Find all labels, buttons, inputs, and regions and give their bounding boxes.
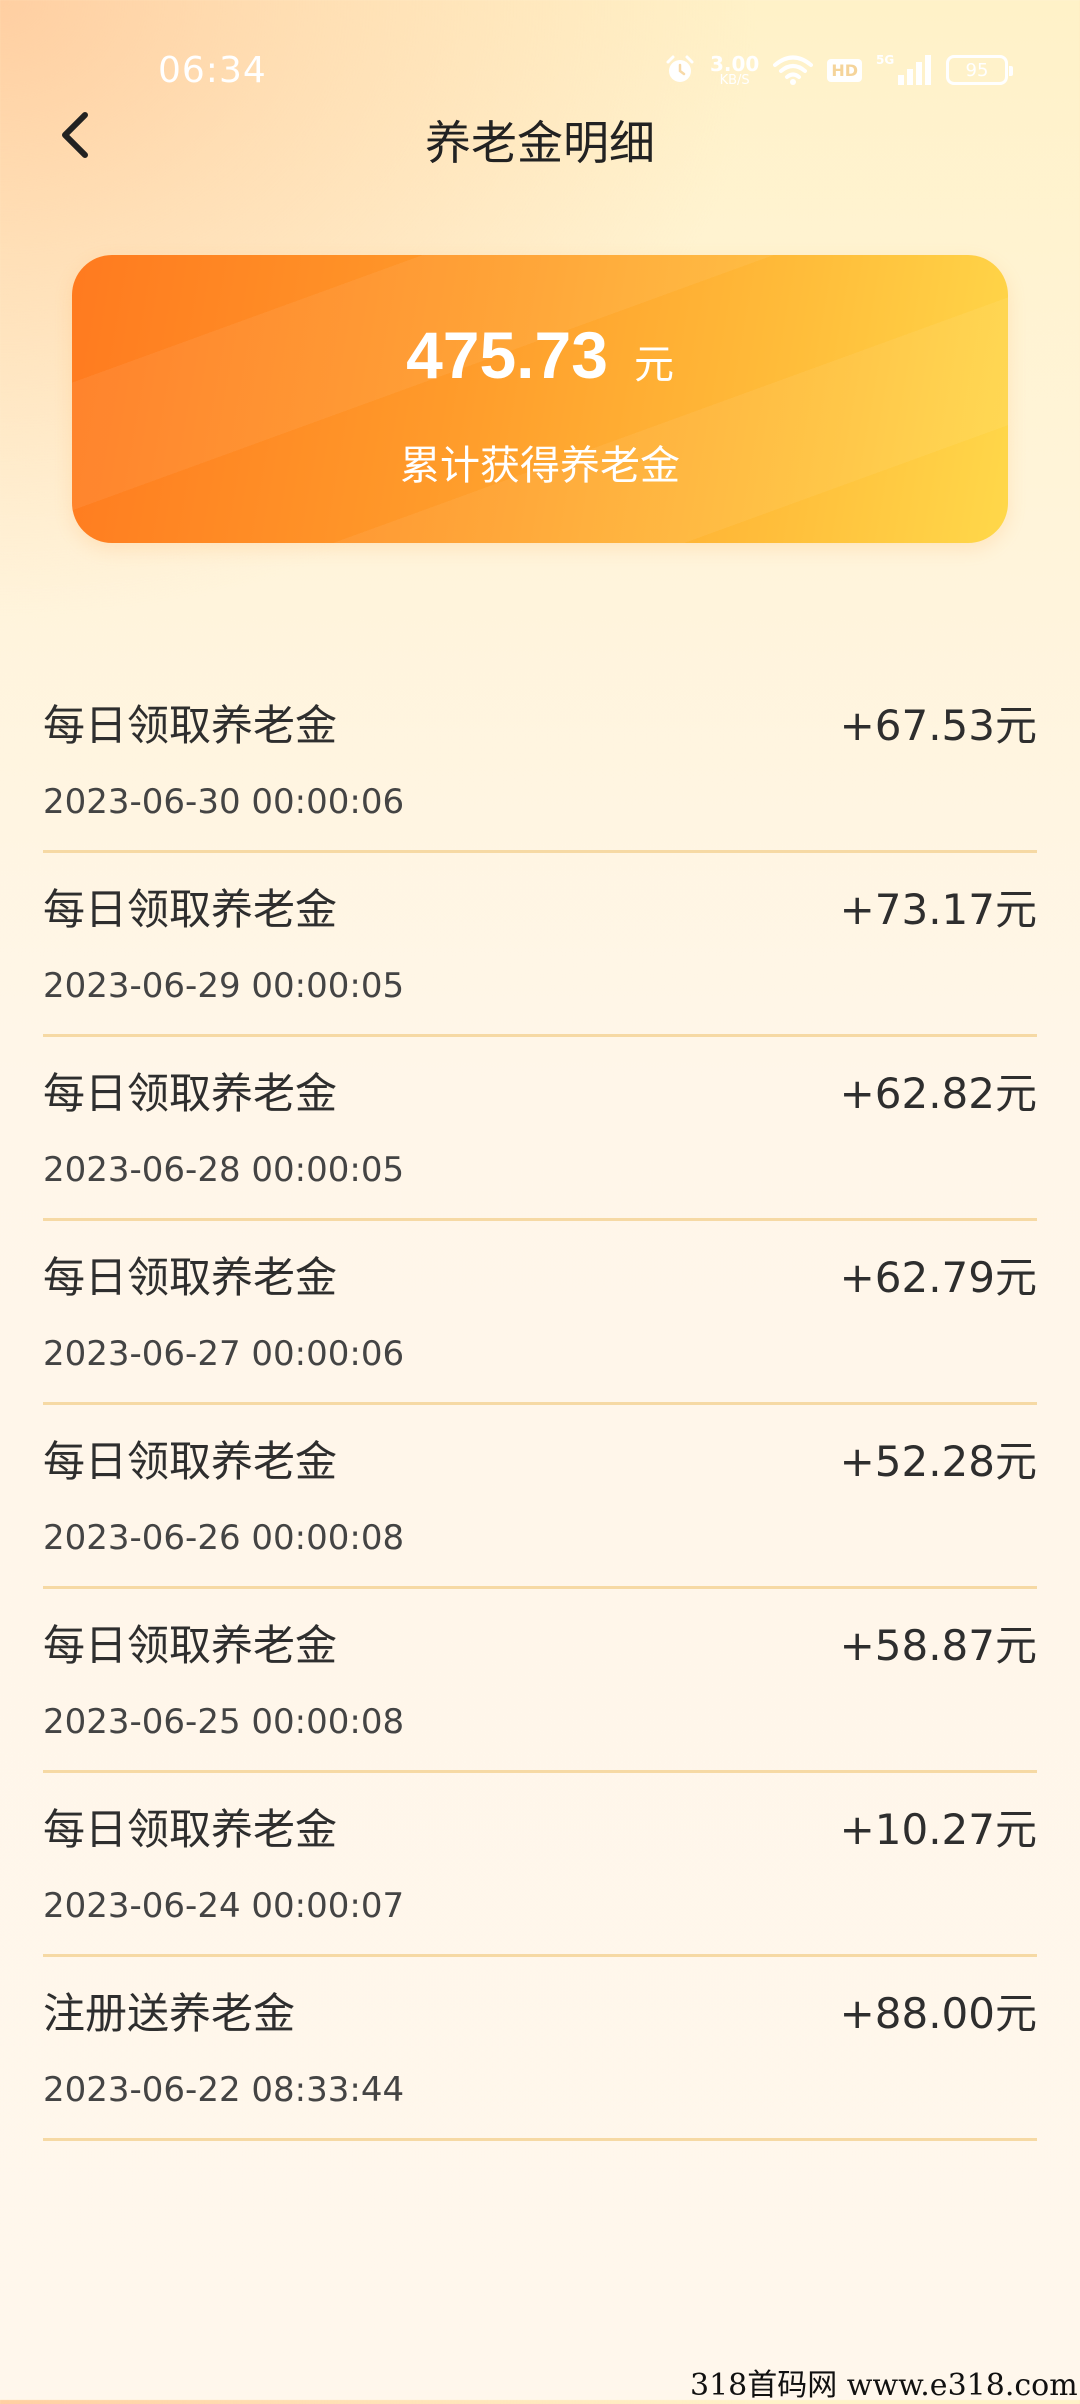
wifi-icon — [773, 54, 814, 86]
record-amount: +52.28元 — [839, 1437, 1037, 1486]
summary-card: 475.73 元 累计获得养老金 — [72, 255, 1008, 543]
record-time: 2023-06-26 00:00:08 — [43, 1518, 405, 1558]
list-item: 每日领取养老金 +52.28元 2023-06-26 00:00:08 — [43, 1406, 1037, 1589]
page-title: 养老金明细 — [425, 116, 655, 170]
record-time: 2023-06-22 08:33:44 — [43, 2070, 405, 2110]
record-amount: +62.82元 — [839, 1069, 1037, 1118]
record-amount: +88.00元 — [839, 1989, 1037, 2038]
watermark: 318首码网 www.e318.com — [690, 2368, 1078, 2403]
record-title: 每日领取养老金 — [43, 1253, 338, 1302]
record-title: 每日领取养老金 — [43, 885, 338, 934]
record-amount: +73.17元 — [839, 885, 1037, 934]
record-time: 2023-06-25 00:00:08 — [43, 1702, 405, 1742]
list-item: 每日领取养老金 +67.53元 2023-06-30 00:00:06 — [43, 670, 1037, 853]
status-time: 06:34 — [158, 50, 267, 91]
record-time: 2023-06-27 00:00:06 — [43, 1334, 405, 1374]
record-amount: +67.53元 — [839, 701, 1037, 750]
list-item: 每日领取养老金 +10.27元 2023-06-24 00:00:07 — [43, 1774, 1037, 1957]
network-speed-value: 3.00 — [709, 51, 760, 76]
list-item: 每日领取养老金 +73.17元 2023-06-29 00:00:05 — [43, 854, 1037, 1037]
summary-amount-row: 475.73 元 — [72, 317, 1008, 393]
total-amount: 475.73 — [406, 318, 608, 392]
status-icons: 3.00 KB/S HD 5G 95 — [664, 50, 1013, 90]
record-title: 每日领取养老金 — [43, 701, 338, 750]
record-title: 每日领取养老金 — [43, 1437, 338, 1486]
record-title: 注册送养老金 — [43, 1989, 296, 2038]
record-title: 每日领取养老金 — [43, 1621, 338, 1670]
network-speed-unit: KB/S — [719, 72, 750, 88]
record-title: 每日领取养老金 — [43, 1069, 338, 1118]
record-time: 2023-06-29 00:00:05 — [43, 966, 405, 1006]
record-time: 2023-06-30 00:00:06 — [43, 782, 405, 822]
battery-icon: 95 — [946, 55, 1013, 85]
total-amount-unit: 元 — [633, 342, 674, 388]
network-speed: 3.00 KB/S — [710, 54, 759, 87]
battery-level: 95 — [965, 59, 989, 81]
list-item: 每日领取养老金 +62.82元 2023-06-28 00:00:05 — [43, 1038, 1037, 1221]
record-time: 2023-06-28 00:00:05 — [43, 1150, 405, 1190]
record-time: 2023-06-24 00:00:07 — [43, 1886, 405, 1926]
record-title: 每日领取养老金 — [43, 1805, 338, 1854]
header: 养老金明细 — [0, 95, 1080, 175]
network-type: 5G — [876, 53, 894, 67]
record-amount: +58.87元 — [839, 1621, 1037, 1670]
record-amount: +10.27元 — [839, 1805, 1037, 1854]
records-list: 每日领取养老金 +67.53元 2023-06-30 00:00:06 每日领取… — [43, 670, 1037, 2141]
signal-icon: 5G — [876, 53, 932, 87]
hd-badge: HD — [827, 58, 862, 82]
record-amount: +62.79元 — [839, 1253, 1037, 1302]
alarm-icon — [664, 54, 696, 86]
summary-caption: 累计获得养老金 — [400, 443, 680, 489]
list-item: 注册送养老金 +88.00元 2023-06-22 08:33:44 — [43, 1958, 1037, 2141]
list-item: 每日领取养老金 +62.79元 2023-06-27 00:00:06 — [43, 1222, 1037, 1405]
list-item: 每日领取养老金 +58.87元 2023-06-25 00:00:08 — [43, 1590, 1037, 1773]
